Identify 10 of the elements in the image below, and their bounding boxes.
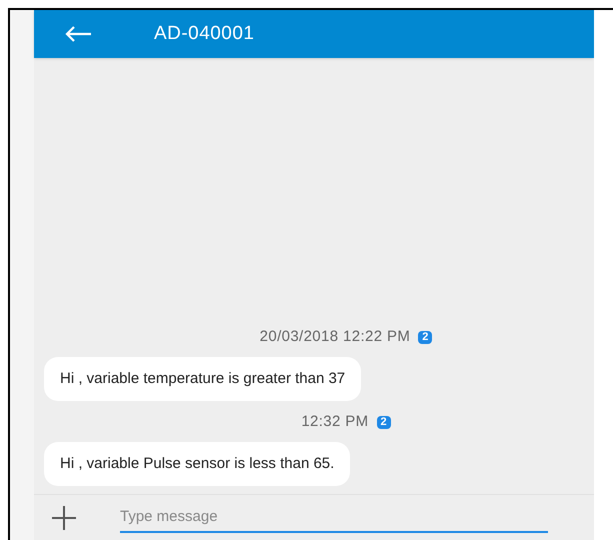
message-input[interactable]: Type message xyxy=(120,502,548,532)
back-arrow-icon[interactable] xyxy=(64,25,92,43)
plus-icon[interactable] xyxy=(50,504,78,532)
message-timestamp: 20/03/2018 12:22 PM xyxy=(260,327,410,347)
chat-title: AD-040001 xyxy=(154,22,254,46)
message-timestamp: 12:32 PM xyxy=(301,412,369,432)
message-bubble: Hi , variable temperature is greater than 37 xyxy=(44,356,362,401)
count-badge: 2 xyxy=(418,330,432,344)
count-badge: 2 xyxy=(376,416,391,429)
message-bubble: Hi , variable Pulse sensor is less than 65. xyxy=(44,442,350,486)
